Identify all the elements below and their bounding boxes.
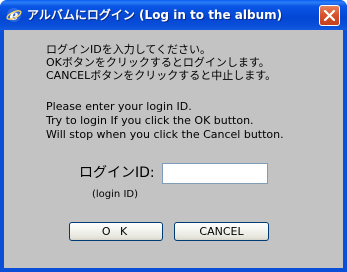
dialog-body: ログインIDを入力してください。 OKボタンをクリックするとログインします。 C… xyxy=(4,30,343,268)
cancel-button[interactable]: CANCEL xyxy=(174,222,269,241)
ie-e-icon: e xyxy=(6,7,22,24)
close-button[interactable] xyxy=(319,5,340,26)
login-id-label: ログインID: xyxy=(79,165,155,181)
login-dialog: e アルバムにログイン (Log in to the album) ログインID… xyxy=(0,0,347,272)
instruction-ja-3: CANCELボタンをクリックすると中止します。 xyxy=(46,69,277,82)
instruction-en-1: Please enter your login ID. xyxy=(46,100,192,113)
login-id-input[interactable] xyxy=(162,163,268,184)
window-bottom-border xyxy=(0,268,347,272)
close-x-icon xyxy=(323,9,336,22)
instruction-en-3: Will stop when you click the Cancel butt… xyxy=(46,128,284,141)
instruction-en-2: Try to login If you click the OK button. xyxy=(46,114,254,127)
instruction-ja-2: OKボタンをクリックするとログインします。 xyxy=(46,56,270,69)
window-title: アルバムにログイン (Log in to the album) xyxy=(27,8,283,22)
ok-button[interactable]: O K xyxy=(69,222,163,241)
title-bar[interactable]: e アルバムにログイン (Log in to the album) xyxy=(0,0,347,30)
login-id-sublabel: (login ID) xyxy=(92,189,138,200)
instruction-ja-1: ログインIDを入力してください。 xyxy=(46,43,212,56)
